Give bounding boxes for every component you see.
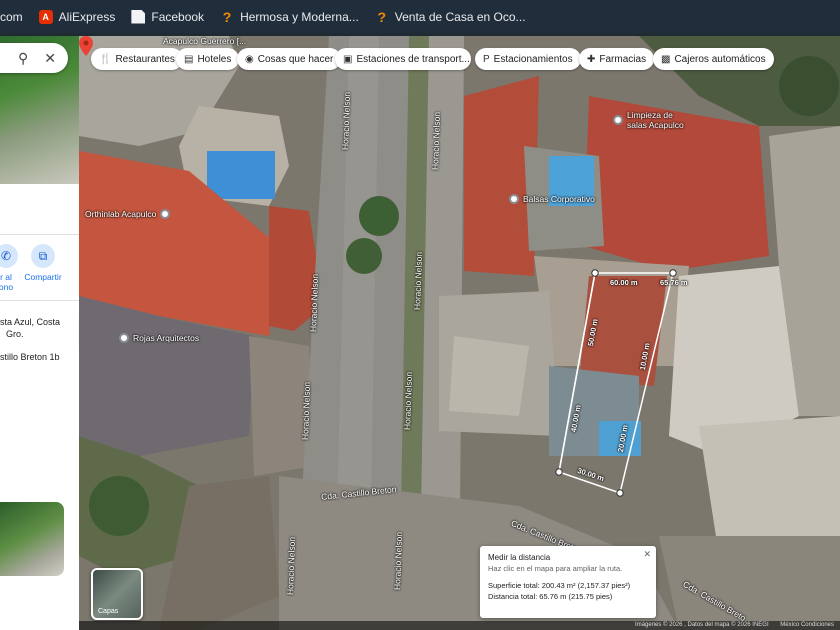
chip-label: Restaurantes <box>115 53 175 65</box>
atm-icon: ▩ <box>661 53 671 65</box>
pharmacy-icon: ✚ <box>587 53 596 65</box>
address-line2: Gro. <box>6 329 24 339</box>
share-icon: ⧉ <box>31 244 55 268</box>
phone-icon: ✆ <box>0 244 18 268</box>
chip-label: Cajeros automáticos <box>674 53 766 65</box>
chip-label: Estaciones de transport... <box>356 53 470 65</box>
street-label: Horacio Nelson <box>402 371 415 431</box>
poi-balsas[interactable]: Balsas Corporativo <box>509 194 595 204</box>
bookmark-label: Hermosa y Moderna... <box>240 9 359 24</box>
location-marker-icon[interactable] <box>79 36 93 56</box>
poi-icon <box>509 194 519 204</box>
map-footer: Imágenes © 2026 , Datos del mapa © 2026 … <box>79 621 840 630</box>
layers-button[interactable]: Capas <box>91 568 143 620</box>
pin-icon: ? <box>222 8 232 25</box>
bookmark-facebook[interactable]: Facebook <box>131 9 205 24</box>
bookmarks-bar: com A AliExpress Facebook ? Hermosa y Mode… <box>0 0 840 33</box>
action-share[interactable]: ⧉ Compartir <box>22 244 64 282</box>
poi-limpieza[interactable]: Limpieza de salas Acapulco <box>613 110 684 130</box>
measure-distance-card: ✕ Medir la distancia Haz clic en el mapa… <box>480 546 656 618</box>
chip-farmacias[interactable]: ✚ Farmacias <box>579 48 655 70</box>
transit-icon: ▣ <box>343 53 353 65</box>
chip-restaurantes[interactable]: 🍴 Restaurantes <box>91 48 183 70</box>
attribution: Imágenes © 2026 , Datos del mapa © 2026 … <box>635 622 769 628</box>
chip-label: Farmacias <box>599 53 647 65</box>
measure-label: 65.76 m <box>660 278 688 287</box>
poi-label: Orthinlab Acapulco <box>85 209 157 219</box>
measure-subtitle: Haz clic en el mapa para ampliar la ruta… <box>488 564 623 573</box>
address-line1: sta Azul, Costa <box>0 317 61 327</box>
street-label: Horacio Nelson <box>412 251 425 311</box>
measure-distance: Distancia total: 65.76 m (215.75 pies) <box>488 592 613 601</box>
chip-label: Estacionamientos <box>493 53 573 65</box>
chip-transporte[interactable]: ▣ Estaciones de transport... <box>335 48 471 70</box>
close-icon[interactable]: ✕ <box>643 549 651 560</box>
close-icon[interactable]: ✕ <box>44 50 56 67</box>
poi-icon <box>119 333 129 343</box>
chip-label: Hoteles <box>197 53 232 65</box>
bookmark-com[interactable]: com <box>0 10 23 24</box>
satellite-map[interactable]: 60.00 m 65.76 m 50.00 m 10.00 m 40.00 m … <box>79 36 840 630</box>
layers-label: Capas <box>98 608 119 615</box>
street-label: Horacio Nelson <box>300 381 313 441</box>
measure-label: 60.00 m <box>610 278 638 287</box>
measure-title: Medir la distancia <box>488 553 551 562</box>
measure-vertex[interactable] <box>555 468 563 476</box>
bookmark-label: Facebook <box>151 9 205 24</box>
chip-estacionamientos[interactable]: P Estacionamientos <box>475 48 581 70</box>
measure-vertex[interactable] <box>669 269 677 277</box>
search-box[interactable]: ⚲ ✕ <box>0 43 68 73</box>
terms-links[interactable]: México Condiciones <box>780 622 834 628</box>
address-line3: stillo Breton 1b <box>0 352 60 362</box>
poi-icon <box>160 209 171 219</box>
bookmark-label: Venta de Casa en Oco... <box>394 9 526 24</box>
bookmark-aliexpress[interactable]: A AliExpress <box>38 9 116 24</box>
aliexpress-icon: A <box>38 9 53 24</box>
poi-label: Balsas Corporativo <box>523 194 595 204</box>
poi-label: Limpieza de salas Acapulco <box>627 110 684 130</box>
divider <box>0 300 79 301</box>
search-icon[interactable]: ⚲ <box>18 50 28 67</box>
street-label: Horacio Nelson <box>308 273 321 333</box>
poi-label: Rojas Arquitectos <box>133 333 200 343</box>
bookmark-label: AliExpress <box>58 9 116 24</box>
poi-orthinlab[interactable]: Orthinlab Acapulco <box>85 209 171 219</box>
chip-cajeros[interactable]: ▩ Cajeros automáticos <box>653 48 774 70</box>
chip-label: Cosas que hacer <box>257 53 334 65</box>
poi-rojas[interactable]: Rojas Arquitectos <box>119 333 199 343</box>
action-share-label: Compartir <box>24 272 62 282</box>
hotel-icon: ▤ <box>184 53 194 65</box>
camera-icon: ◉ <box>245 53 254 65</box>
street-label: Horacio Nelson <box>392 531 405 591</box>
street-label: Horacio Nelson <box>430 111 443 171</box>
document-icon <box>131 9 146 24</box>
chip-cosas[interactable]: ◉ Cosas que hacer <box>237 48 342 70</box>
divider <box>0 234 79 235</box>
street-label: Horacio Nelson <box>340 91 353 151</box>
poi-icon <box>613 115 623 125</box>
measure-vertex[interactable] <box>591 269 599 277</box>
measure-area: Superficie total: 200.43 m² (2,157.37 pi… <box>488 581 631 590</box>
photo-thumbnail[interactable] <box>0 502 64 576</box>
bookmark-label: com <box>0 9 23 24</box>
parking-icon: P <box>483 53 490 65</box>
restaurant-icon: 🍴 <box>99 53 112 65</box>
place-panel: ⚲ ✕ ✆ r al ono ⧉ Compartir sta Azul, Cos… <box>0 36 79 630</box>
bookmark-hermosa[interactable]: ? Hermosa y Moderna... <box>220 10 359 24</box>
street-label: Horacio Nelson <box>285 536 298 596</box>
street-label: Acapulco Guerrero [... <box>163 36 247 46</box>
bookmark-venta[interactable]: ? Venta de Casa en Oco... <box>375 10 526 24</box>
measure-vertex[interactable] <box>616 489 624 497</box>
chip-hoteles[interactable]: ▤ Hoteles <box>176 48 240 70</box>
pin-icon: ? <box>377 8 387 25</box>
